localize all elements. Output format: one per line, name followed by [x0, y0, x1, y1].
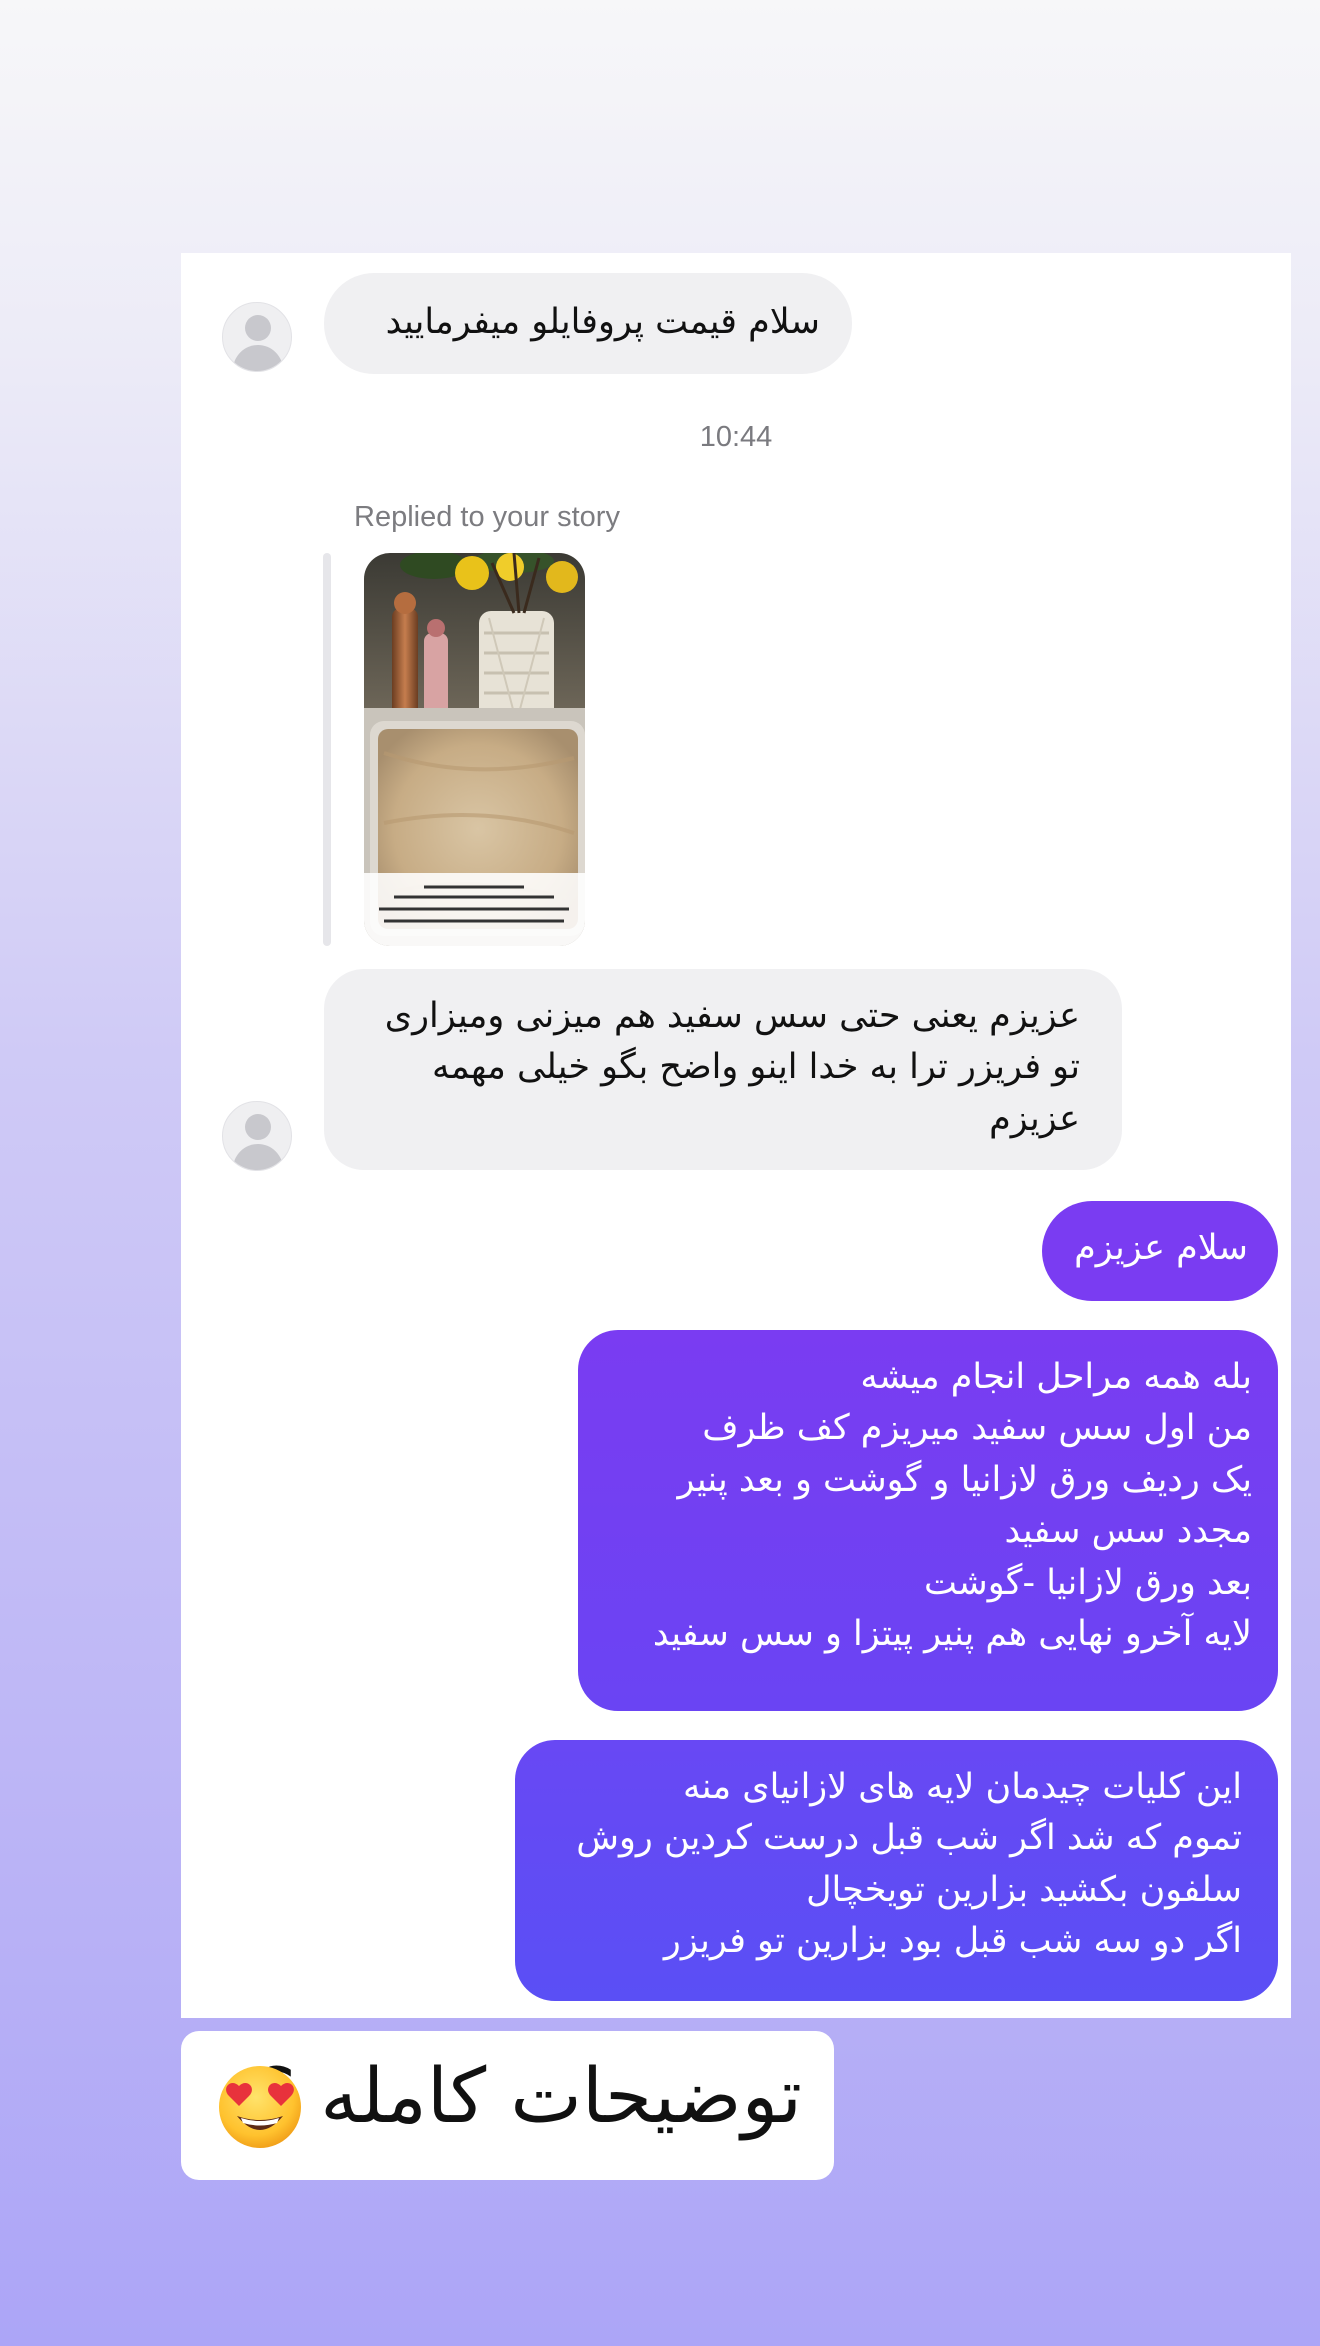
incoming-message-bubble[interactable]: سلام قیمت پروفایلو میفرمایید — [324, 273, 852, 374]
story-thumbnail[interactable] — [364, 553, 585, 946]
outgoing-message-bubble[interactable]: بله همه مراحل انجام میشه من اول سس سفید … — [578, 1330, 1278, 1711]
chat-thread: سلام قیمت پروفایلو میفرمایید 10:44 Repli… — [181, 253, 1291, 2018]
replied-to-story-label: Replied to your story — [354, 501, 620, 533]
outgoing-message-bubble[interactable]: سلام عزیزم — [1042, 1201, 1278, 1301]
sender-avatar[interactable] — [222, 1101, 292, 1171]
outgoing-message-bubble[interactable]: این کلیات چیدمان لایه های لازانیای منه ت… — [515, 1740, 1278, 2001]
caption-sticker: توضیحات کامله ؟ — [181, 2031, 834, 2180]
avatar-body-shape — [233, 345, 283, 371]
incoming-message-bubble[interactable]: عزیزم یعنی حتی سس سفید هم میزنی ومیزاری … — [324, 969, 1122, 1170]
story-thumbnail-image — [364, 553, 585, 946]
sender-avatar[interactable] — [222, 302, 292, 372]
caption-text: توضیحات کامله ؟ — [255, 2051, 802, 2140]
reply-quote-bar — [323, 553, 331, 946]
avatar-body-shape — [233, 1144, 283, 1170]
heart-eyes-emoji-icon — [219, 2066, 301, 2148]
message-timestamp: 10:44 — [699, 421, 773, 453]
avatar-head-shape — [245, 1114, 271, 1140]
avatar-head-shape — [245, 315, 271, 341]
